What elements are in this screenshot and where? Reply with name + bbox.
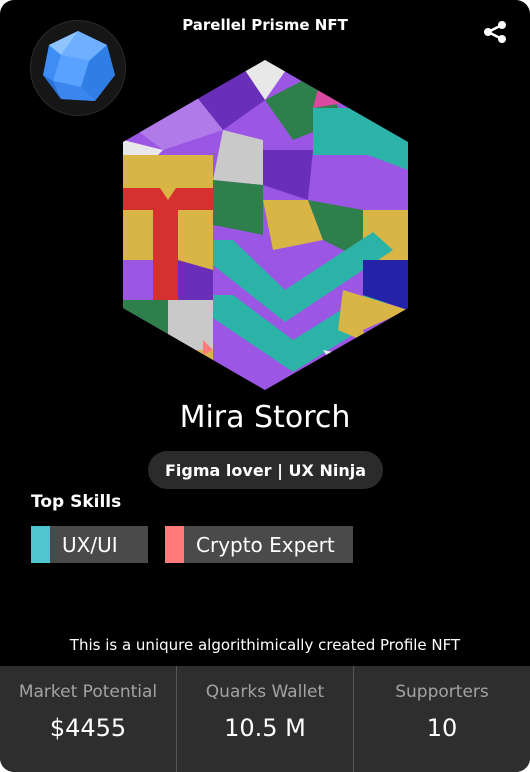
stat-value: 10.5 M	[224, 714, 306, 742]
stat-market-potential: Market Potential $4455	[0, 666, 177, 772]
share-icon[interactable]	[482, 20, 508, 44]
stat-label: Supporters	[395, 682, 489, 702]
skill-color-swatch	[165, 526, 184, 563]
stats-bar: Market Potential $4455 Quarks Wallet 10.…	[0, 666, 530, 772]
skill-label: UX/UI	[62, 532, 118, 557]
stat-label: Market Potential	[18, 682, 158, 702]
stat-label: Quarks Wallet	[205, 682, 325, 702]
skill-tag-crypto-expert: Crypto Expert	[165, 526, 353, 563]
stat-value: 10	[426, 714, 458, 742]
nft-avatar-image	[123, 60, 408, 390]
stat-quarks-wallet: Quarks Wallet 10.5 M	[177, 666, 354, 772]
stat-supporters: Supporters 10	[354, 666, 530, 772]
polyhedron-logo-icon	[30, 20, 126, 116]
skill-tag-ux-ui: UX/UI	[31, 526, 148, 563]
nft-profile-card: Parellel Prisme NFT Mira Storch Figma lo…	[0, 0, 530, 772]
nft-description: This is a uniqure algorithimically creat…	[69, 636, 461, 654]
profile-tagline-pill: Figma lover | UX Ninja	[148, 451, 383, 489]
skill-label: Crypto Expert	[196, 532, 335, 557]
stat-value: $4455	[49, 714, 127, 742]
skill-color-swatch	[31, 526, 50, 563]
profile-name: Mira Storch	[179, 400, 351, 435]
top-skills-heading: Top Skills	[31, 492, 122, 512]
